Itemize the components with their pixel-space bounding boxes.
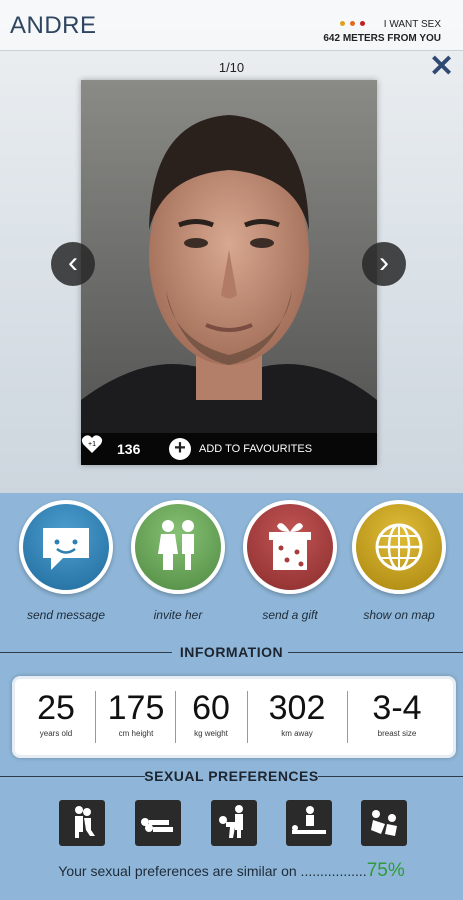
show-on-map-label[interactable]: show on map <box>349 608 449 622</box>
profile-photo[interactable]: +1 136 + ADD TO FAVOURITES <box>81 80 377 465</box>
couple-icon[interactable] <box>131 500 225 594</box>
stat-value: 302 <box>268 689 326 727</box>
stat-value: 3-4 <box>372 689 422 727</box>
add-favourite-icon[interactable]: + <box>169 438 191 460</box>
portrait-image <box>81 80 377 465</box>
previous-photo-button[interactable]: ‹ <box>51 242 95 286</box>
divider <box>318 776 463 777</box>
breast-size-stat: 3-4 breast size <box>347 679 447 755</box>
send-message-action[interactable]: send message <box>16 500 116 622</box>
chevron-right-icon: › <box>379 246 389 279</box>
send-gift-label[interactable]: send a gift <box>240 608 340 622</box>
add-to-favourites-button[interactable]: ADD TO FAVOURITES <box>199 443 312 455</box>
globe-icon[interactable] <box>352 500 446 594</box>
status-dot-2 <box>349 21 355 26</box>
header-bar: ANDRE I WANT SEX 642 METERS FROM YOU <box>0 0 463 51</box>
action-buttons: send message invite her send a gift show… <box>0 500 463 630</box>
stat-value: 175 <box>107 689 165 727</box>
distance-stat: 302 km away <box>247 679 347 755</box>
stat-value: 25 <box>37 689 75 727</box>
send-gift-action[interactable]: send a gift <box>240 500 340 622</box>
profile-top-panel: ANDRE I WANT SEX 642 METERS FROM YOU 1/1… <box>0 0 463 493</box>
profile-name: ANDRE <box>10 12 97 39</box>
divider <box>288 652 463 653</box>
gift-icon[interactable] <box>243 500 337 594</box>
height-stat: 175 cm height <box>95 679 177 755</box>
stat-unit: years old <box>39 729 73 738</box>
close-icon: ✕ <box>429 50 455 83</box>
likes-icon-text: +1 <box>88 441 96 448</box>
similarity-label: Your sexual preferences are similar on .… <box>58 863 367 879</box>
photo-action-bar: +1 136 + ADD TO FAVOURITES <box>81 433 377 465</box>
preference-icons <box>0 800 463 850</box>
preference-2-icon[interactable] <box>135 800 181 846</box>
photo-counter: 1/10 <box>218 60 245 75</box>
invite-action[interactable]: invite her <box>128 500 228 622</box>
weight-stat: 60 kg weight <box>175 679 247 755</box>
chevron-left-icon: ‹ <box>68 246 78 279</box>
next-photo-button[interactable]: › <box>362 242 406 286</box>
likes-count: 136 <box>117 441 141 457</box>
heart-plus-icon[interactable]: +1 <box>81 433 103 455</box>
preference-4-icon[interactable] <box>286 800 332 846</box>
close-button[interactable]: ✕ <box>429 52 454 82</box>
status-dot-3 <box>359 21 365 26</box>
information-panel: 25 years old 175 cm height 60 kg weight … <box>12 676 456 758</box>
preference-5-icon[interactable] <box>361 800 407 846</box>
similarity-text: Your sexual preferences are similar on .… <box>0 860 463 882</box>
invite-her-label[interactable]: invite her <box>128 608 228 622</box>
stat-unit: breast size <box>377 729 417 738</box>
status-dots <box>339 21 365 26</box>
status-dot-1 <box>339 21 345 26</box>
stat-unit: kg weight <box>194 729 228 738</box>
show-map-action[interactable]: show on map <box>349 500 449 622</box>
send-message-label[interactable]: send message <box>16 608 116 622</box>
preference-1-icon[interactable] <box>59 800 105 846</box>
similarity-percent: 75% <box>366 860 405 881</box>
preference-3-icon[interactable] <box>211 800 257 846</box>
status-label: I WANT SEX <box>383 19 441 30</box>
status-text: I WANT SEX <box>339 19 441 30</box>
stat-unit: cm height <box>118 729 154 738</box>
distance-label: 642 METERS FROM YOU <box>323 33 441 44</box>
age-stat: 25 years old <box>15 679 97 755</box>
chat-bubble-icon[interactable] <box>19 500 113 594</box>
stat-unit: km away <box>281 729 313 738</box>
stat-value: 60 <box>192 689 230 727</box>
